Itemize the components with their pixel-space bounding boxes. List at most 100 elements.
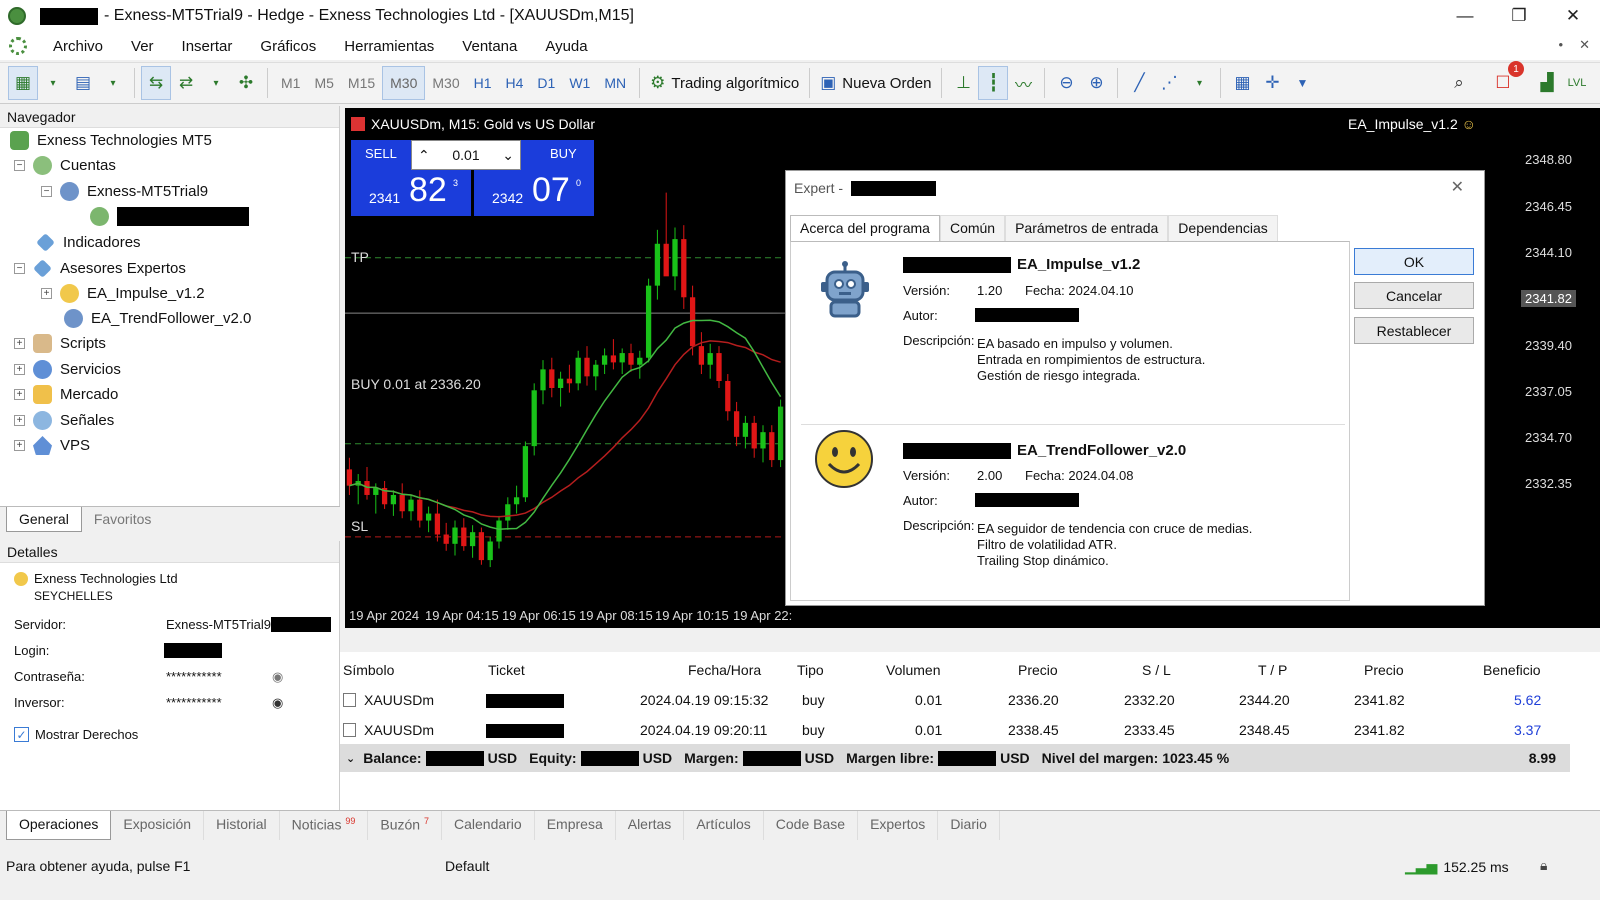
expand-icon[interactable]: + — [14, 389, 25, 400]
tab-calendario[interactable]: Calendario — [442, 811, 535, 840]
timeframe-mn[interactable]: MN — [597, 66, 633, 100]
new-order-button[interactable]: ▣ Nueva Orden — [816, 66, 935, 100]
line-chart-icon[interactable]: 〰 — [1008, 66, 1038, 100]
tree-ea1[interactable]: + EA_Impulse_v1.2 — [41, 281, 205, 306]
dropdown-arrow-icon[interactable]: ▼ — [1287, 66, 1317, 100]
tab-buzon[interactable]: Buzón 7 — [368, 811, 442, 840]
menu-archivo[interactable]: Archivo — [39, 38, 117, 55]
dropdown-arrow-icon[interactable]: ▾ — [201, 66, 231, 100]
col-type[interactable]: Tipo — [797, 662, 824, 678]
tab-alertas[interactable]: Alertas — [616, 811, 685, 840]
show-rights-row[interactable]: ✓ Mostrar Derechos — [14, 727, 138, 742]
tab-inputs[interactable]: Parámetros de entrada — [1005, 215, 1169, 241]
tab-exposicion[interactable]: Exposición — [111, 811, 205, 840]
menu-insertar[interactable]: Insertar — [168, 38, 247, 55]
data-window-icon[interactable]: ⇄ — [171, 66, 201, 100]
col-tp[interactable]: T / P — [1258, 662, 1287, 678]
lot-up-icon[interactable]: ⌃ — [418, 147, 430, 164]
new-chart-icon[interactable]: ▦ — [8, 66, 38, 100]
chevron-down-icon[interactable]: ⌄ — [346, 752, 355, 765]
tab-about[interactable]: Acerca del programa — [790, 215, 940, 241]
tab-articulos[interactable]: Artículos — [684, 811, 764, 840]
eye-icon[interactable]: ◉ — [272, 669, 283, 685]
market-watch-icon[interactable]: ⇆ — [141, 66, 171, 100]
zoom-in-icon[interactable]: ⊕ — [1081, 66, 1111, 100]
timeframe-w1[interactable]: W1 — [562, 66, 597, 100]
navigator-icon[interactable]: ✣ — [231, 66, 261, 100]
timeframe-m15[interactable]: M15 — [341, 66, 382, 100]
close-button[interactable]: ✕ — [1546, 0, 1600, 32]
col-profit[interactable]: Beneficio — [1483, 662, 1541, 678]
crosshair-icon[interactable]: ✛ — [1257, 66, 1287, 100]
tree-mercado[interactable]: + Mercado — [14, 382, 118, 407]
collapse-icon[interactable]: − — [14, 160, 25, 171]
col-symbol[interactable]: Símbolo — [343, 662, 394, 678]
expand-icon[interactable]: + — [14, 415, 25, 426]
col-volume[interactable]: Volumen — [886, 662, 940, 678]
col-datetime[interactable]: Fecha/Hora — [688, 662, 761, 678]
tree-login[interactable] — [90, 204, 249, 229]
lot-down-icon[interactable]: ⌄ — [502, 147, 514, 164]
templates-icon[interactable]: ▦ — [1227, 66, 1257, 100]
tab-operaciones[interactable]: Operaciones — [6, 811, 112, 840]
lvl-label[interactable]: LVL — [1562, 66, 1592, 100]
expand-icon[interactable]: + — [14, 440, 25, 451]
timeframe-m1[interactable]: M1 — [274, 66, 307, 100]
tree-senales[interactable]: + Señales — [14, 408, 114, 433]
tree-root[interactable]: Exness Technologies MT5 — [10, 128, 212, 153]
menu-ver[interactable]: Ver — [117, 38, 168, 55]
dialog-close-icon[interactable]: ✕ — [1451, 177, 1464, 197]
timeframe-m30-active[interactable]: M30 — [382, 66, 426, 100]
expand-icon[interactable]: + — [41, 288, 52, 299]
minimize-button[interactable]: — — [1438, 0, 1492, 32]
zoom-out-icon[interactable]: ⊖ — [1051, 66, 1081, 100]
col-current-price[interactable]: Precio — [1364, 662, 1404, 678]
tab-dependencies[interactable]: Dependencias — [1168, 215, 1278, 241]
menu-herramientas[interactable]: Herramientas — [330, 38, 448, 55]
cancel-button[interactable]: Cancelar — [1354, 282, 1474, 309]
dropdown-arrow-icon[interactable]: ▾ — [98, 66, 128, 100]
collapse-icon[interactable]: − — [41, 186, 52, 197]
tab-codebase[interactable]: Code Base — [764, 811, 859, 840]
tab-empresa[interactable]: Empresa — [535, 811, 616, 840]
tree-scripts[interactable]: + Scripts — [14, 331, 106, 356]
child-restore-icon[interactable]: • — [1559, 37, 1564, 53]
tree-vps[interactable]: + VPS — [14, 433, 90, 458]
maximize-button[interactable]: ❐ — [1492, 0, 1546, 32]
bar-chart-icon[interactable]: ⊥ — [948, 66, 978, 100]
signal-strength-icon[interactable]: ▟ — [1532, 66, 1562, 100]
timeframe-d1[interactable]: D1 — [530, 66, 562, 100]
notifications-icon[interactable]: ☐ 1 — [1488, 61, 1524, 100]
timeframe-m30[interactable]: M30 — [425, 66, 466, 100]
menu-ventana[interactable]: Ventana — [448, 38, 531, 55]
child-close-icon[interactable]: ✕ — [1579, 37, 1590, 53]
tab-general[interactable]: General — [6, 507, 82, 532]
tree-cuentas[interactable]: − Cuentas — [14, 153, 116, 178]
tab-common[interactable]: Común — [939, 215, 1006, 241]
dropdown-arrow-icon[interactable]: ▾ — [1184, 66, 1214, 100]
timeframe-m5[interactable]: M5 — [307, 66, 340, 100]
tree-ea2[interactable]: EA_TrendFollower_v2.0 — [64, 306, 251, 331]
tab-noticias[interactable]: Noticias 99 — [280, 811, 369, 840]
dropdown-arrow-icon[interactable]: ▾ — [38, 66, 68, 100]
reset-button[interactable]: Restablecer — [1354, 317, 1474, 344]
ok-button[interactable]: OK — [1354, 248, 1474, 275]
tab-historial[interactable]: Historial — [204, 811, 280, 840]
lot-size-input[interactable]: ⌃ 0.01 ⌄ — [411, 140, 521, 170]
candlestick-chart-icon[interactable]: ┇ — [978, 66, 1009, 100]
tree-account[interactable]: − Exness-MT5Trial9 — [41, 179, 208, 204]
checkbox-checked-icon[interactable]: ✓ — [14, 727, 29, 742]
col-ticket[interactable]: Ticket — [488, 662, 525, 678]
menu-graficos[interactable]: Gráficos — [246, 38, 330, 55]
tab-diario[interactable]: Diario — [938, 811, 1000, 840]
line-tool-icon[interactable]: ╱ — [1124, 66, 1154, 100]
expand-icon[interactable]: + — [14, 364, 25, 375]
search-icon[interactable]: ⌕ — [1444, 66, 1474, 100]
tree-indicadores[interactable]: Indicadores — [36, 230, 141, 255]
tab-favoritos[interactable]: Favoritos — [82, 507, 164, 532]
timeframe-h1[interactable]: H1 — [467, 66, 499, 100]
menu-ayuda[interactable]: Ayuda — [531, 38, 601, 55]
tree-asesores[interactable]: − Asesores Expertos — [14, 256, 186, 281]
tree-servicios[interactable]: + Servicios — [14, 357, 121, 382]
algo-trading-button[interactable]: ⚙ Trading algorítmico — [646, 66, 803, 100]
